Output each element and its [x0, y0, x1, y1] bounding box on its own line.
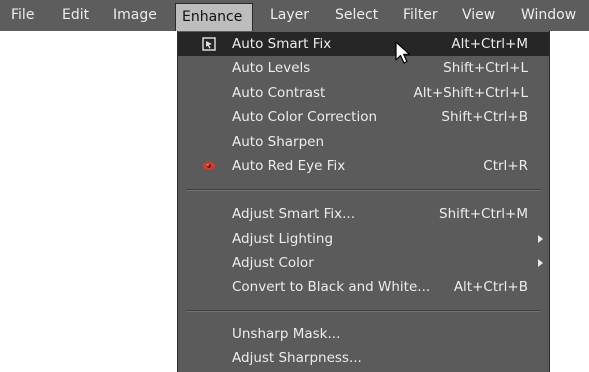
menu-image[interactable]: Image: [113, 0, 157, 31]
menu-item-adjust-lighting[interactable]: Adjust Lighting: [178, 227, 549, 251]
menu-item-shortcut: Shift+Ctrl+M: [439, 206, 528, 222]
menu-separator: [186, 189, 541, 191]
menu-item-label: Convert to Black and White...: [232, 279, 431, 295]
menu-item-label: Auto Color Correction: [232, 109, 378, 125]
menu-item-shortcut: Shift+Ctrl+L: [443, 60, 528, 76]
menu-item-adjust-sharpness[interactable]: Adjust Sharpness...: [178, 346, 549, 370]
menu-item-shortcut: Alt+Ctrl+M: [451, 36, 528, 52]
menu-item-adjust-color[interactable]: Adjust Color: [178, 251, 549, 275]
menu-item-auto-smart-fix[interactable]: Auto Smart Fix Alt+Ctrl+M: [178, 32, 549, 56]
menu-separator: [186, 310, 541, 312]
menu-item-label: Auto Contrast: [232, 85, 326, 101]
menu-item-adjust-smart-fix[interactable]: Adjust Smart Fix... Shift+Ctrl+M: [178, 202, 549, 226]
mouse-pointer-icon: [395, 41, 411, 64]
menu-file[interactable]: File: [11, 0, 34, 31]
enhance-dropdown-menu: Auto Smart Fix Alt+Ctrl+M Auto Levels Sh…: [177, 31, 550, 372]
menu-item-label: Auto Red Eye Fix: [232, 158, 346, 174]
menu-select[interactable]: Select: [335, 0, 378, 31]
submenu-arrow-icon: [538, 235, 543, 243]
menu-edit[interactable]: Edit: [62, 0, 89, 31]
menu-bar: File Edit Image Enhance Layer Select Fil…: [0, 0, 589, 31]
red-eye-icon: [203, 162, 215, 170]
menu-item-label: Adjust Lighting: [232, 231, 334, 247]
menu-item-shortcut: Alt+Shift+Ctrl+L: [413, 85, 528, 101]
menu-item-shortcut: Ctrl+R: [483, 158, 528, 174]
menu-item-label: Auto Smart Fix: [232, 36, 332, 52]
menu-item-unsharp-mask[interactable]: Unsharp Mask...: [178, 322, 549, 346]
submenu-arrow-icon: [538, 259, 543, 267]
menu-item-label: Adjust Color: [232, 255, 314, 271]
menu-item-auto-red-eye-fix[interactable]: Auto Red Eye Fix Ctrl+R: [178, 154, 549, 178]
menu-item-label: Adjust Sharpness...: [232, 350, 362, 366]
menu-item-auto-color-correction[interactable]: Auto Color Correction Shift+Ctrl+B: [178, 105, 549, 129]
menu-filter[interactable]: Filter: [403, 0, 438, 31]
menu-view[interactable]: View: [462, 0, 495, 31]
menu-item-shortcut: Shift+Ctrl+B: [441, 109, 528, 125]
menu-item-auto-sharpen[interactable]: Auto Sharpen: [178, 130, 549, 154]
auto-smart-fix-icon: [202, 37, 216, 51]
menu-item-shortcut: Alt+Ctrl+B: [453, 279, 528, 295]
menu-item-auto-contrast[interactable]: Auto Contrast Alt+Shift+Ctrl+L: [178, 81, 549, 105]
menu-item-label: Unsharp Mask...: [232, 326, 341, 342]
menu-layer[interactable]: Layer: [270, 0, 309, 31]
menu-enhance[interactable]: Enhance: [175, 3, 253, 31]
menu-item-label: Auto Levels: [232, 60, 311, 76]
menu-item-convert-to-black-and-white[interactable]: Convert to Black and White... Alt+Ctrl+B: [178, 275, 549, 299]
menu-item-label: Auto Sharpen: [232, 134, 325, 150]
menu-item-label: Adjust Smart Fix...: [232, 206, 356, 222]
menu-item-auto-levels[interactable]: Auto Levels Shift+Ctrl+L: [178, 56, 549, 80]
menu-window[interactable]: Window: [521, 0, 576, 31]
